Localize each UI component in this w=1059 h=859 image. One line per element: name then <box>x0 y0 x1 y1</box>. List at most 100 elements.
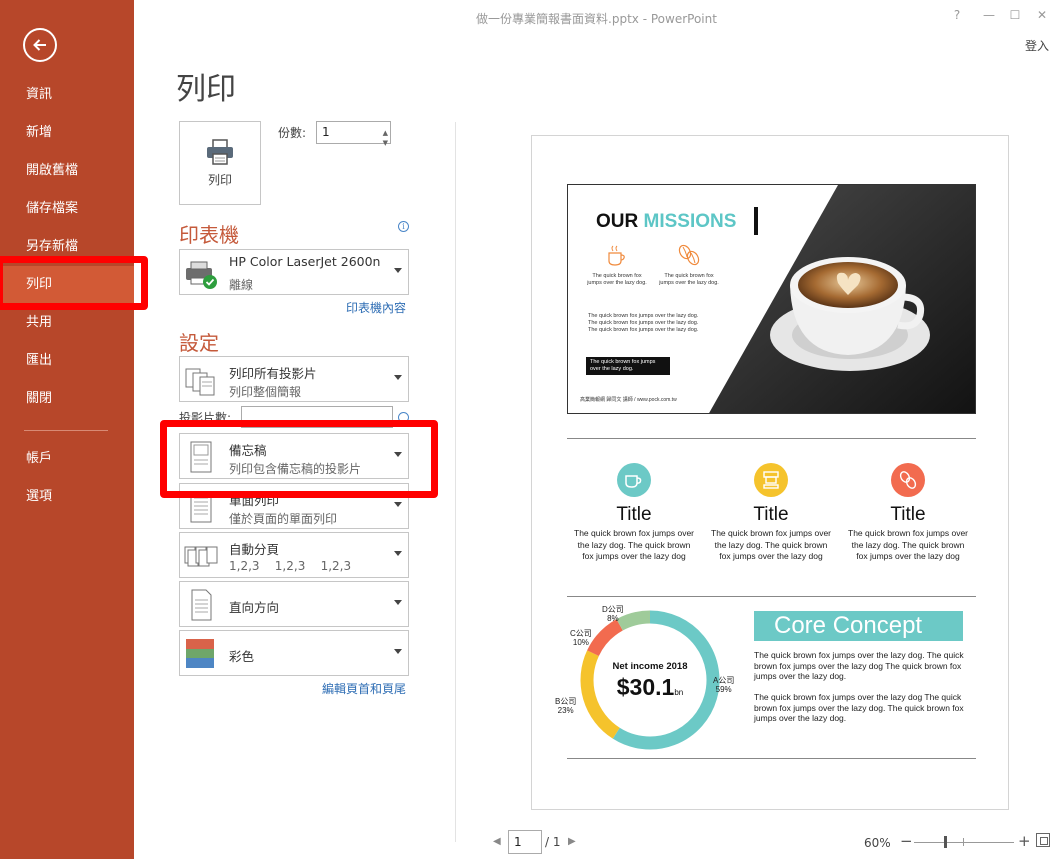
feature-title: Title <box>890 504 926 525</box>
sidebar-item-open[interactable]: 開啟舊檔 <box>0 152 134 190</box>
print-range-description: 列印整個簡報 <box>229 385 302 399</box>
spin-down-icon[interactable]: ▼ <box>383 133 388 154</box>
title-bar-mark <box>754 207 758 235</box>
divider-rule <box>567 596 976 597</box>
slide-callout: The quick brown fox jumps over the lazy … <box>586 357 670 375</box>
feature-icon-circle <box>754 463 788 497</box>
back-arrow-icon <box>33 39 46 51</box>
segment-label-d: D公司 8% <box>602 605 624 623</box>
printer-icon <box>207 138 233 165</box>
divider-rule <box>567 758 976 759</box>
zoom-in-button[interactable]: + <box>1018 832 1031 850</box>
feature-title: Title <box>753 504 789 525</box>
slide-icon-text: The quick brown fox jumps over the lazy … <box>587 273 647 286</box>
minimize-button[interactable]: — <box>978 8 1000 22</box>
highlight-box-print-nav <box>0 256 148 310</box>
next-page-icon[interactable]: ▶ <box>568 836 576 847</box>
sidebar-item-info[interactable]: 資訊 <box>0 76 134 114</box>
back-button[interactable] <box>23 28 57 62</box>
page-number-input[interactable]: 1 <box>508 830 542 854</box>
help-icon[interactable]: ? <box>946 8 968 22</box>
sidebar-item-account[interactable]: 帳戶 <box>0 440 134 478</box>
zoom-out-button[interactable]: − <box>900 832 913 850</box>
printer-properties-link[interactable]: 印表機內容 <box>346 299 406 316</box>
color-value: 彩色 <box>229 649 255 664</box>
segment-name: D公司 <box>602 605 624 614</box>
orientation-select[interactable]: 直向方向 <box>179 581 409 627</box>
sidebar-item-new[interactable]: 新增 <box>0 114 134 152</box>
segment-pct: 8% <box>607 614 619 623</box>
chevron-down-icon <box>394 268 402 273</box>
segment-pct: 10% <box>572 638 589 647</box>
fit-to-window-icon[interactable] <box>1036 833 1050 847</box>
chevron-down-icon <box>394 502 402 507</box>
signin-link[interactable]: 登入 <box>1025 37 1049 54</box>
feature-text: The quick brown fox jumps over the lazy … <box>711 528 831 561</box>
orientation-value: 直向方向 <box>229 600 280 615</box>
chevron-down-icon <box>394 375 402 380</box>
feature-text: The quick brown fox jumps over the lazy … <box>574 528 694 561</box>
coffee-beans-icon <box>899 471 917 489</box>
window-title: 做一份專業簡報書面資料.pptx - PowerPoint <box>476 12 717 26</box>
net-income-unit: bn <box>674 688 684 697</box>
color-select[interactable]: 彩色 <box>179 630 409 676</box>
sidebar-divider <box>24 430 108 431</box>
page-title: 列印 <box>176 72 236 107</box>
printer-heading: 印表機 <box>179 223 239 247</box>
feature-item: Title The quick brown fox jumps over the… <box>574 463 694 563</box>
slides-stack-icon <box>185 368 215 396</box>
collate-select[interactable]: 自動分頁 1,2,3 1,2,3 1,2,3 <box>179 532 409 578</box>
copies-stepper[interactable]: 1 ▲ ▼ <box>316 121 391 147</box>
zoom-level[interactable]: 60% <box>864 836 891 850</box>
core-concept-title: Core Concept <box>754 611 963 641</box>
restore-button[interactable]: ☐ <box>1004 8 1026 22</box>
feature-title: Title <box>616 504 652 525</box>
printer-status: 離線 <box>229 278 254 292</box>
collate-description: 1,2,3 1,2,3 1,2,3 <box>229 559 352 573</box>
segment-name: A公司 <box>713 676 735 685</box>
sidebar-item-options[interactable]: 選項 <box>0 478 134 516</box>
color-swatch-icon <box>186 639 214 668</box>
previous-page-icon[interactable]: ◀ <box>493 836 501 847</box>
settings-heading: 設定 <box>179 331 219 355</box>
print-range-select[interactable]: 列印所有投影片 列印整個簡報 <box>179 356 409 402</box>
segment-label-b: B公司 23% <box>555 697 576 715</box>
printer-select[interactable]: HP Color LaserJet 2600n 離線 <box>179 249 409 295</box>
highlight-box-notes-layout <box>160 420 438 498</box>
slide-title-accent: MISSIONS <box>643 211 737 232</box>
coffee-beans-icon <box>678 244 700 266</box>
slide-title: OUR MISSIONS <box>596 211 736 233</box>
feature-item: Title The quick brown fox jumps over the… <box>711 463 831 563</box>
printer-device-icon <box>186 261 217 289</box>
core-concept-text: The quick brown fox jumps over the lazy … <box>754 692 964 723</box>
edit-header-footer-link[interactable]: 編輯頁首和頁尾 <box>322 680 406 697</box>
sidebar-item-close[interactable]: 關閉 <box>0 380 134 418</box>
chevron-down-icon <box>394 551 402 556</box>
chevron-down-icon <box>394 649 402 654</box>
sidebar-item-save[interactable]: 儲存檔案 <box>0 190 134 228</box>
net-income-value-group: $30.1bn <box>578 674 722 701</box>
print-button[interactable]: 列印 <box>179 121 261 205</box>
print-button-label: 列印 <box>207 172 232 187</box>
slide-paragraph: The quick brown fox jumps over the lazy … <box>588 313 699 333</box>
slide-thumbnail: OUR MISSIONS The quick brown fox jumps o… <box>567 184 976 414</box>
close-button[interactable]: ✕ <box>1031 8 1053 22</box>
segment-name: B公司 <box>555 697 577 706</box>
backstage-sidebar: 資訊 新增 開啟舊檔 儲存檔案 另存新檔 列印 共用 匯出 關閉 帳戶 選項 <box>0 0 134 859</box>
slide-footer: 高業簡報網 歸同文 講師 / www.pock.com.tw <box>580 397 677 403</box>
zoom-center-tick <box>963 838 964 846</box>
title-bar: 做一份專業簡報書面資料.pptx - PowerPoint ? — ☐ ✕ <box>134 0 1059 36</box>
slide-icon-text: The quick brown fox jumps over the lazy … <box>659 273 719 286</box>
zoom-slider[interactable] <box>914 842 1014 843</box>
net-income-label: Net income 2018 <box>612 661 688 672</box>
sidebar-item-export[interactable]: 匯出 <box>0 342 134 380</box>
coffee-cup-icon <box>608 245 625 266</box>
feature-item: Title The quick brown fox jumps over the… <box>848 463 968 563</box>
feature-icon-circle <box>891 463 925 497</box>
zoom-slider-thumb[interactable] <box>944 836 947 848</box>
copies-label: 份數: <box>278 126 307 140</box>
printer-name: HP Color LaserJet 2600n <box>229 254 381 269</box>
segment-name: C公司 <box>570 629 592 638</box>
page-total: / 1 <box>545 835 561 849</box>
info-icon[interactable]: i <box>398 221 409 232</box>
